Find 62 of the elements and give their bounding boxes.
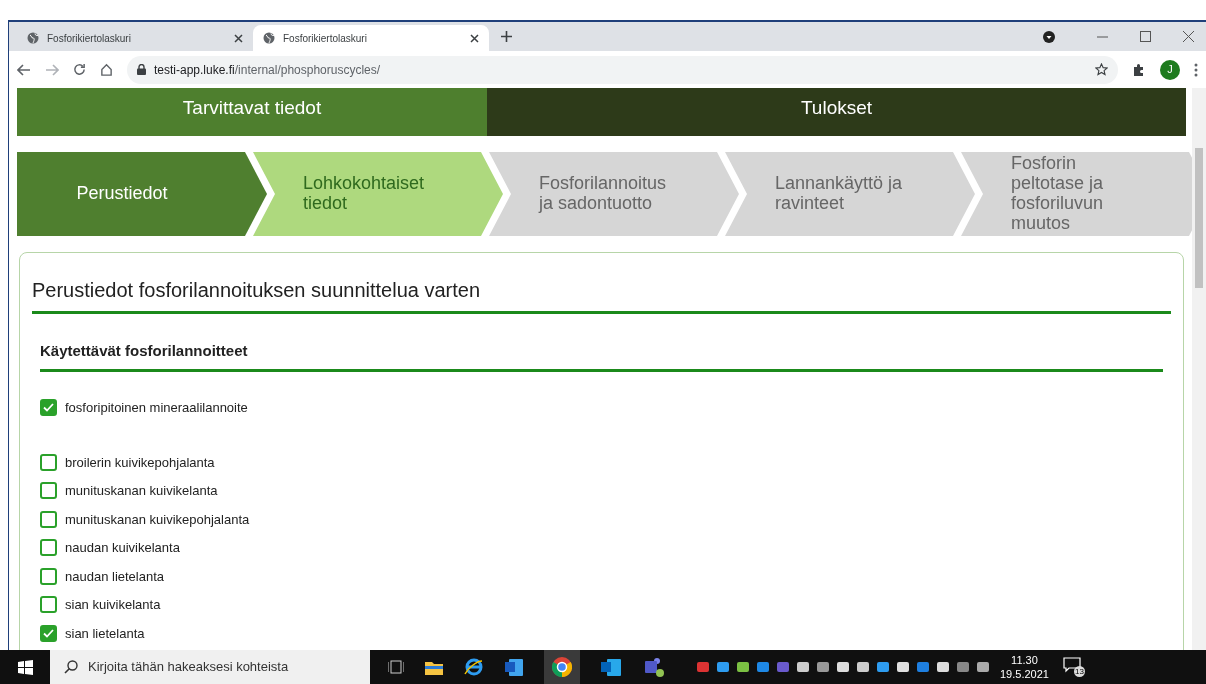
close-icon[interactable] [1183, 31, 1194, 42]
section-tab[interactable]: Tulokset [487, 88, 1186, 136]
url-text: testi-app.luke.fi/internal/phosphoruscycles/ [154, 61, 382, 79]
step-tab[interactable]: Perustiedot [17, 152, 267, 236]
taskbar-search-field[interactable]: Kirjoita tähän hakeaksesi kohteista [50, 650, 370, 684]
reload-icon[interactable] [73, 63, 86, 76]
section-title: Käytettävät fosforilannoitteet [40, 340, 1163, 372]
notification-count: 13 [1074, 666, 1085, 677]
checkbox-label: munituskanan kuivikelanta [65, 482, 218, 500]
close-icon[interactable] [470, 33, 479, 43]
clock-time[interactable]: 11.30 [1011, 653, 1038, 667]
checkbox[interactable] [40, 567, 57, 585]
tab-title: Fosforikiertolaskuri [47, 31, 132, 46]
tab-title: Fosforikiertolaskuri [283, 31, 368, 46]
download-icon[interactable] [1043, 30, 1055, 43]
checkbox-label: naudan kuivikelanta [65, 539, 180, 557]
checkbox[interactable] [40, 510, 57, 528]
checkbox[interactable] [40, 596, 57, 614]
home-icon[interactable] [100, 63, 113, 76]
back-icon[interactable] [17, 63, 31, 76]
windows-start-icon[interactable] [17, 659, 33, 675]
checkbox-label: sian lietelanta [65, 624, 145, 643]
profile-avatar[interactable]: J [1160, 59, 1180, 80]
step-tab[interactable]: Fosforilannoitus ja sadontuotto [489, 152, 739, 236]
checkbox-label: naudan lietelanta [65, 567, 165, 586]
checkbox-label: fosforipitoinen mineraalilannoite [65, 399, 248, 417]
mail-app-icon[interactable] [601, 658, 621, 676]
checkbox-label: broilerin kuivikepohjalanta [65, 453, 215, 472]
checkbox[interactable] [40, 539, 57, 557]
checkbox[interactable] [40, 453, 57, 471]
checkbox[interactable] [40, 482, 57, 500]
clock-date[interactable]: 19.5.2021 [1000, 667, 1049, 681]
checkbox[interactable] [40, 399, 57, 417]
new-tab-icon[interactable] [501, 31, 512, 42]
address-bar[interactable]: testi-app.luke.fi/internal/phosphoruscycles/ [127, 55, 1118, 84]
scrollbar[interactable] [1192, 88, 1206, 650]
task-view-icon[interactable] [388, 660, 404, 674]
check-icon [43, 403, 54, 413]
card-title: Perustiedot fosforilannoituksen suunnittelua varten [32, 275, 1171, 314]
browser-e-icon[interactable] [464, 658, 484, 676]
globe-icon [27, 32, 39, 44]
people-app-icon[interactable] [642, 657, 664, 677]
search-icon [64, 660, 78, 674]
lock-icon [137, 64, 146, 75]
document-app-icon[interactable] [505, 658, 523, 676]
browser-tab[interactable]: Fosforikiertolaskuri [253, 25, 489, 51]
step-tab[interactable]: Lannankäyttö ja ravinteet [725, 152, 975, 236]
extensions-icon[interactable] [1132, 62, 1146, 77]
step-tab[interactable]: Fosforin peltotase ja fosforiluvun muutos [961, 152, 1192, 236]
maximize-icon[interactable] [1140, 31, 1151, 42]
bookmark-star-icon[interactable] [1095, 63, 1108, 76]
browser-app-icon[interactable] [544, 650, 580, 684]
check-icon [43, 628, 54, 638]
step-tab[interactable]: Lohkokohtaiset tiedot [253, 152, 503, 236]
checkbox[interactable] [40, 624, 57, 642]
close-icon[interactable] [234, 33, 243, 43]
checkbox-label: sian kuivikelanta [65, 596, 161, 614]
section-tab[interactable]: Tarvittavat tiedot [17, 88, 487, 136]
folder-icon[interactable] [425, 659, 443, 675]
globe-icon [263, 32, 275, 44]
menu-icon[interactable] [1194, 62, 1198, 77]
checkbox-label: munituskanan kuivikepohjalanta [65, 510, 250, 529]
